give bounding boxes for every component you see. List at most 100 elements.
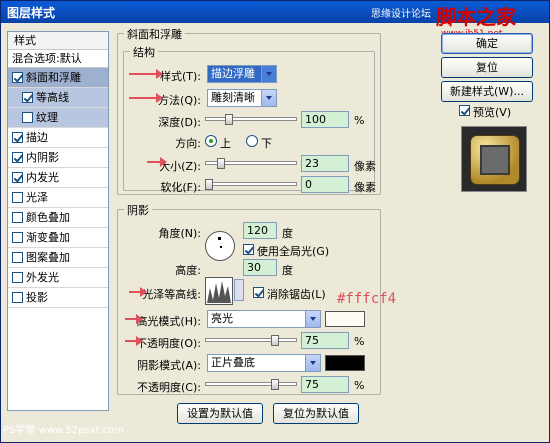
blending-options[interactable]: 混合选项:默认 (8, 50, 108, 68)
global-light-checkbox[interactable] (243, 244, 254, 255)
style-item-checkbox[interactable] (12, 152, 23, 163)
soften-slider[interactable] (205, 177, 297, 191)
new-style-button[interactable]: 新建样式(W)... (441, 81, 533, 102)
bevel-title: 斜面和浮雕 (124, 26, 185, 42)
reset-default-button[interactable]: 复位为默认值 (273, 403, 359, 424)
layer-style-dialog: 图层样式 思缘设计论坛 脚本之家 www.jb51.net 样式 混合选项:默认… (0, 0, 550, 443)
style-item-checkbox[interactable] (12, 192, 23, 203)
style-list-item[interactable]: 光泽 (8, 188, 108, 208)
style-list-item[interactable]: 颜色叠加 (8, 208, 108, 228)
style-item-checkbox[interactable] (12, 292, 23, 303)
style-item-label: 内阴影 (26, 150, 59, 164)
style-list-item[interactable]: 内阴影 (8, 148, 108, 168)
shadow-mode-select[interactable]: 正片叠底 (207, 354, 321, 372)
angle-label: 角度(N): (158, 227, 201, 240)
watermark-logo: 脚本之家 (436, 5, 516, 29)
shadow-mode-value: 正片叠底 (211, 356, 255, 369)
chevron-down-icon (261, 66, 276, 82)
style-list-item[interactable]: 投影 (8, 288, 108, 308)
annotation-arrow-style (129, 69, 163, 79)
style-item-checkbox[interactable] (12, 132, 23, 143)
technique-select[interactable]: 雕刻清晰 (207, 89, 277, 107)
angle-dial[interactable] (205, 231, 235, 261)
chevron-down-icon (305, 311, 320, 327)
watermark-site: 思缘设计论坛 (371, 9, 431, 20)
antialias-checkbox[interactable] (253, 287, 264, 298)
style-item-checkbox[interactable] (12, 252, 23, 263)
style-item-checkbox[interactable] (12, 72, 23, 83)
direction-up-radio[interactable] (205, 135, 217, 147)
highlight-opacity-slider[interactable] (205, 333, 297, 347)
style-item-label: 描边 (26, 130, 48, 144)
style-item-label: 光泽 (26, 190, 48, 204)
direction-down-radio[interactable] (246, 135, 258, 147)
structure-title: 结构 (130, 44, 158, 60)
style-list-header[interactable]: 样式 (8, 32, 108, 50)
soften-label: 软化(F): (160, 181, 201, 194)
style-item-checkbox[interactable] (22, 112, 33, 123)
depth-slider-knob[interactable] (225, 114, 233, 125)
shadow-color-swatch[interactable] (325, 355, 365, 371)
highlight-mode-select[interactable]: 亮光 (207, 310, 321, 328)
highlight-opacity-knob[interactable] (271, 335, 279, 346)
shadow-opacity-slider[interactable] (205, 377, 297, 391)
style-item-checkbox[interactable] (12, 232, 23, 243)
annotation-arrow-gloss (129, 287, 147, 297)
shadow-opacity-knob[interactable] (271, 379, 279, 390)
watermark-bottom: PS学堂 www.52psxt.com (3, 425, 125, 436)
highlight-opacity-input[interactable]: 75 (301, 332, 349, 349)
style-list-item[interactable]: 纹理 (8, 108, 108, 128)
altitude-input[interactable]: 30 (243, 259, 277, 276)
antialias-label: 消除锯齿(L) (267, 288, 326, 301)
style-select[interactable]: 描边浮雕 (207, 65, 277, 83)
style-list-item[interactable]: 等高线 (8, 88, 108, 108)
size-unit: 像素 (354, 160, 376, 173)
annotation-arrow-size (147, 157, 167, 167)
shadow-opacity-label: 不透明度(C): (137, 381, 201, 394)
set-default-button[interactable]: 设置为默认值 (177, 403, 263, 424)
style-item-label: 颜色叠加 (26, 210, 70, 224)
style-item-checkbox[interactable] (12, 212, 23, 223)
style-list-item[interactable]: 描边 (8, 128, 108, 148)
shadow-opacity-unit: % (354, 379, 365, 392)
style-item-label: 外发光 (26, 270, 59, 284)
style-item-label: 渐变叠加 (26, 230, 70, 244)
style-item-checkbox[interactable] (12, 272, 23, 283)
direction-label: 方向: (175, 137, 201, 150)
direction-up-label: 上 (220, 137, 231, 150)
ok-button[interactable]: 确定 (441, 33, 533, 54)
technique-value: 雕刻清晰 (211, 91, 255, 104)
altitude-unit: 度 (282, 264, 293, 277)
depth-input[interactable]: 100 (301, 111, 349, 128)
style-list-item[interactable]: 外发光 (8, 268, 108, 288)
shadow-opacity-input[interactable]: 75 (301, 376, 349, 393)
chevron-down-icon[interactable] (234, 279, 244, 301)
size-input[interactable]: 23 (301, 155, 349, 172)
shadow-mode-label: 阴影模式(A): (137, 359, 201, 372)
style-item-label: 纹理 (36, 110, 58, 124)
style-item-label: 斜面和浮雕 (26, 70, 81, 84)
annotation-arrow-highlight (125, 314, 143, 324)
style-item-checkbox[interactable] (22, 92, 33, 103)
style-item-label: 等高线 (36, 90, 69, 104)
angle-unit: 度 (282, 227, 293, 240)
style-list-item[interactable]: 斜面和浮雕 (8, 68, 108, 88)
style-item-label: 内发光 (26, 170, 59, 184)
style-list-item[interactable]: 内发光 (8, 168, 108, 188)
size-slider-knob[interactable] (217, 158, 225, 169)
depth-unit: % (354, 114, 365, 127)
gloss-contour-picker[interactable] (205, 277, 233, 305)
style-list-item[interactable]: 渐变叠加 (8, 228, 108, 248)
reset-button[interactable]: 复位 (441, 57, 533, 78)
style-list-item[interactable]: 图案叠加 (8, 248, 108, 268)
depth-slider[interactable] (205, 112, 297, 126)
style-item-checkbox[interactable] (12, 172, 23, 183)
preview-checkbox[interactable] (459, 105, 470, 116)
size-slider[interactable] (205, 156, 297, 170)
soften-slider-knob[interactable] (205, 179, 213, 190)
soften-input[interactable]: 0 (301, 176, 349, 193)
highlight-color-swatch[interactable] (325, 311, 365, 327)
angle-input[interactable]: 120 (243, 222, 277, 239)
annotation-color-text: #fffcf4 (337, 291, 397, 307)
title-bar: 图层样式 思缘设计论坛 脚本之家 (1, 1, 549, 29)
